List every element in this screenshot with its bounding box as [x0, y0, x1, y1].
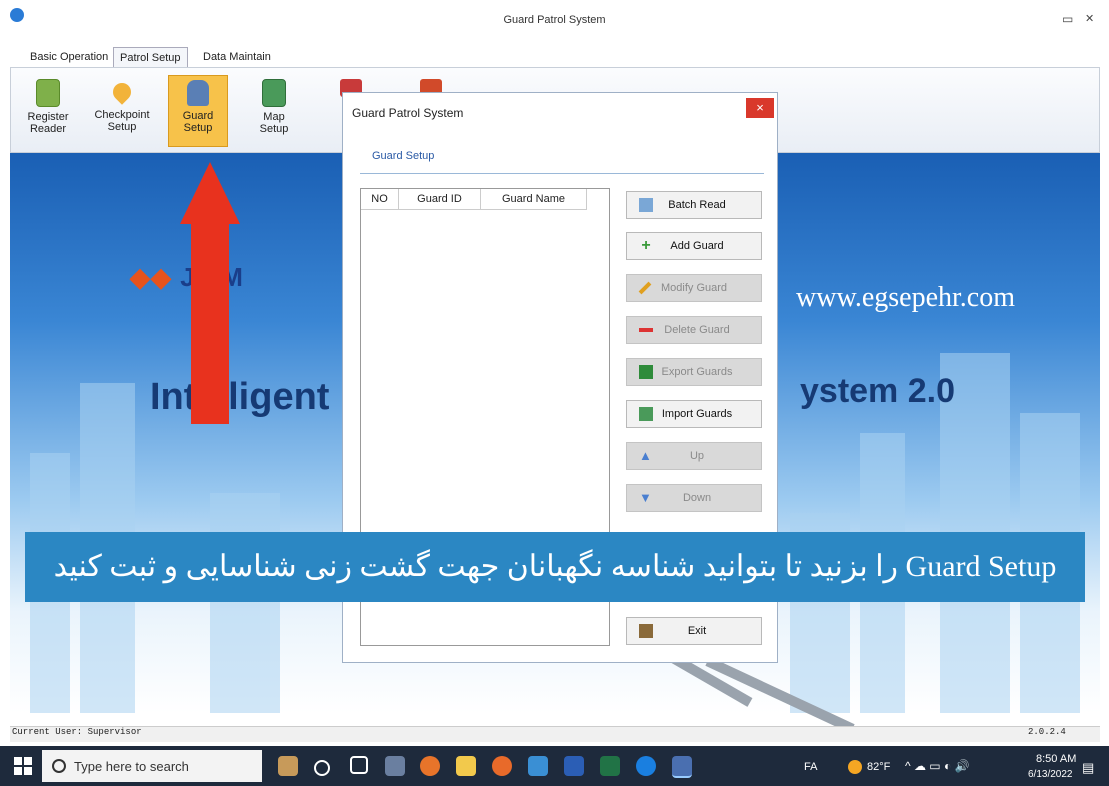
- app-icon[interactable]: [385, 756, 405, 776]
- tab-basic-operation[interactable]: Basic Operation: [24, 47, 114, 67]
- column-header-no[interactable]: NO: [361, 189, 399, 209]
- instruction-banner: Guard Setup را بزنید تا بتوانید شناسه نگ…: [25, 532, 1085, 602]
- checkpoint-setup-button[interactable]: Checkpoint Setup: [92, 75, 152, 147]
- system-tray-icons[interactable]: ^ ☁ ▭ ◐ 🔊: [905, 759, 970, 773]
- current-user: Current User: Supervisor: [12, 727, 142, 737]
- sticky-notes-icon[interactable]: [456, 756, 476, 776]
- export-guards-label: Export Guards: [661, 366, 733, 378]
- current-user-value: Supervisor: [87, 727, 142, 737]
- reader-icon: [36, 79, 60, 107]
- batch-read-label: Batch Read: [668, 199, 726, 211]
- close-window-button[interactable]: ✕: [1085, 12, 1094, 25]
- current-user-label: Current User:: [12, 727, 83, 737]
- guard-patrol-app-icon[interactable]: [672, 756, 692, 778]
- add-guard-button[interactable]: + Add Guard: [626, 232, 762, 260]
- guard-person-icon: [187, 80, 209, 106]
- tab-data-maintain[interactable]: Data Maintain: [197, 47, 277, 67]
- delete-guard-label: Delete Guard: [664, 324, 730, 336]
- add-guard-label: Add Guard: [670, 240, 724, 252]
- checkpoint-label-1: Checkpoint: [94, 109, 150, 121]
- guard-setup-label-1: Guard: [182, 110, 214, 122]
- batch-read-icon: [639, 198, 653, 212]
- clock-time[interactable]: 8:50 AM: [1036, 753, 1076, 765]
- tab-patrol-setup[interactable]: Patrol Setup: [113, 47, 188, 69]
- dialog-heading: Guard Setup: [372, 150, 435, 162]
- move-up-button[interactable]: ▲ Up: [626, 442, 762, 470]
- register-reader-label-2: Reader: [29, 123, 67, 135]
- language-indicator[interactable]: FA: [804, 761, 817, 773]
- delete-guard-button[interactable]: Delete Guard: [626, 316, 762, 344]
- red-arrow-shaft: [191, 222, 229, 424]
- search-placeholder: Type here to search: [74, 758, 189, 774]
- register-reader-label-1: Register: [27, 111, 69, 123]
- map-setup-label-1: Map: [263, 111, 285, 123]
- dialog-title: Guard Patrol System: [352, 106, 464, 120]
- down-label: Down: [682, 492, 712, 504]
- task-view-icon[interactable]: [350, 756, 368, 774]
- column-header-guard-name[interactable]: Guard Name: [481, 189, 587, 209]
- edge-icon[interactable]: [636, 756, 656, 776]
- clock-date[interactable]: 6/13/2022: [1028, 769, 1073, 780]
- weather-sun-icon[interactable]: [848, 760, 862, 774]
- website-url: www.egsepehr.com: [796, 282, 1016, 313]
- location-pin-icon: [109, 79, 135, 105]
- temperature[interactable]: 82°F: [867, 761, 890, 773]
- word-icon[interactable]: [564, 756, 584, 776]
- widgets-icon[interactable]: [278, 756, 298, 776]
- window-title: Guard Patrol System: [503, 14, 606, 26]
- dialog-close-button[interactable]: ×: [746, 98, 774, 118]
- arrow-down-icon: ▼: [639, 490, 652, 505]
- plus-icon: +: [641, 237, 651, 254]
- cortana-icon[interactable]: [314, 760, 330, 776]
- system-title-left: Intelligent: [150, 376, 330, 418]
- excel-icon: [639, 365, 653, 379]
- guard-setup-button[interactable]: Guard Setup: [168, 75, 228, 147]
- modify-guard-button[interactable]: Modify Guard: [626, 274, 762, 302]
- up-label: Up: [689, 450, 705, 462]
- chrome-icon[interactable]: [420, 756, 440, 776]
- minimize-button[interactable]: ▭: [1062, 12, 1073, 26]
- red-arrow-head-icon: [180, 162, 240, 224]
- map-setup-label-2: Setup: [259, 123, 289, 135]
- exit-door-icon: [639, 624, 653, 638]
- system-title-right: ystem 2.0: [800, 372, 955, 410]
- map-icon: [262, 79, 286, 107]
- version-label: 2.0.2.4: [1028, 727, 1066, 737]
- column-header-guard-id[interactable]: Guard ID: [399, 189, 481, 209]
- status-bar: [10, 726, 1100, 742]
- excel-taskbar-icon[interactable]: [600, 756, 620, 776]
- exit-label: Exit: [687, 625, 707, 637]
- arrow-up-icon: ▲: [639, 448, 652, 463]
- export-guards-button[interactable]: Export Guards: [626, 358, 762, 386]
- taskbar-search-box[interactable]: Type here to search: [42, 750, 262, 782]
- guard-setup-label-2: Setup: [183, 122, 213, 134]
- windows-start-icon[interactable]: [14, 757, 32, 775]
- search-icon: [52, 759, 66, 773]
- register-reader-button[interactable]: Register Reader: [18, 75, 78, 147]
- checkpoint-label-2: Setup: [107, 121, 137, 133]
- import-guards-button[interactable]: Import Guards: [626, 400, 762, 428]
- heading-divider: [360, 173, 764, 174]
- map-setup-button[interactable]: Map Setup: [244, 75, 304, 147]
- notification-icon[interactable]: ▤: [1082, 760, 1094, 776]
- modify-guard-label: Modify Guard: [660, 282, 728, 294]
- firefox-icon[interactable]: [492, 756, 512, 776]
- file-explorer-icon[interactable]: [528, 756, 548, 776]
- import-icon: [639, 407, 653, 421]
- table-header: NO Guard ID Guard Name: [361, 189, 587, 210]
- batch-read-button[interactable]: Batch Read: [626, 191, 762, 219]
- minus-icon: [639, 328, 653, 332]
- import-guards-label: Import Guards: [661, 408, 733, 420]
- move-down-button[interactable]: ▼ Down: [626, 484, 762, 512]
- exit-button[interactable]: Exit: [626, 617, 762, 645]
